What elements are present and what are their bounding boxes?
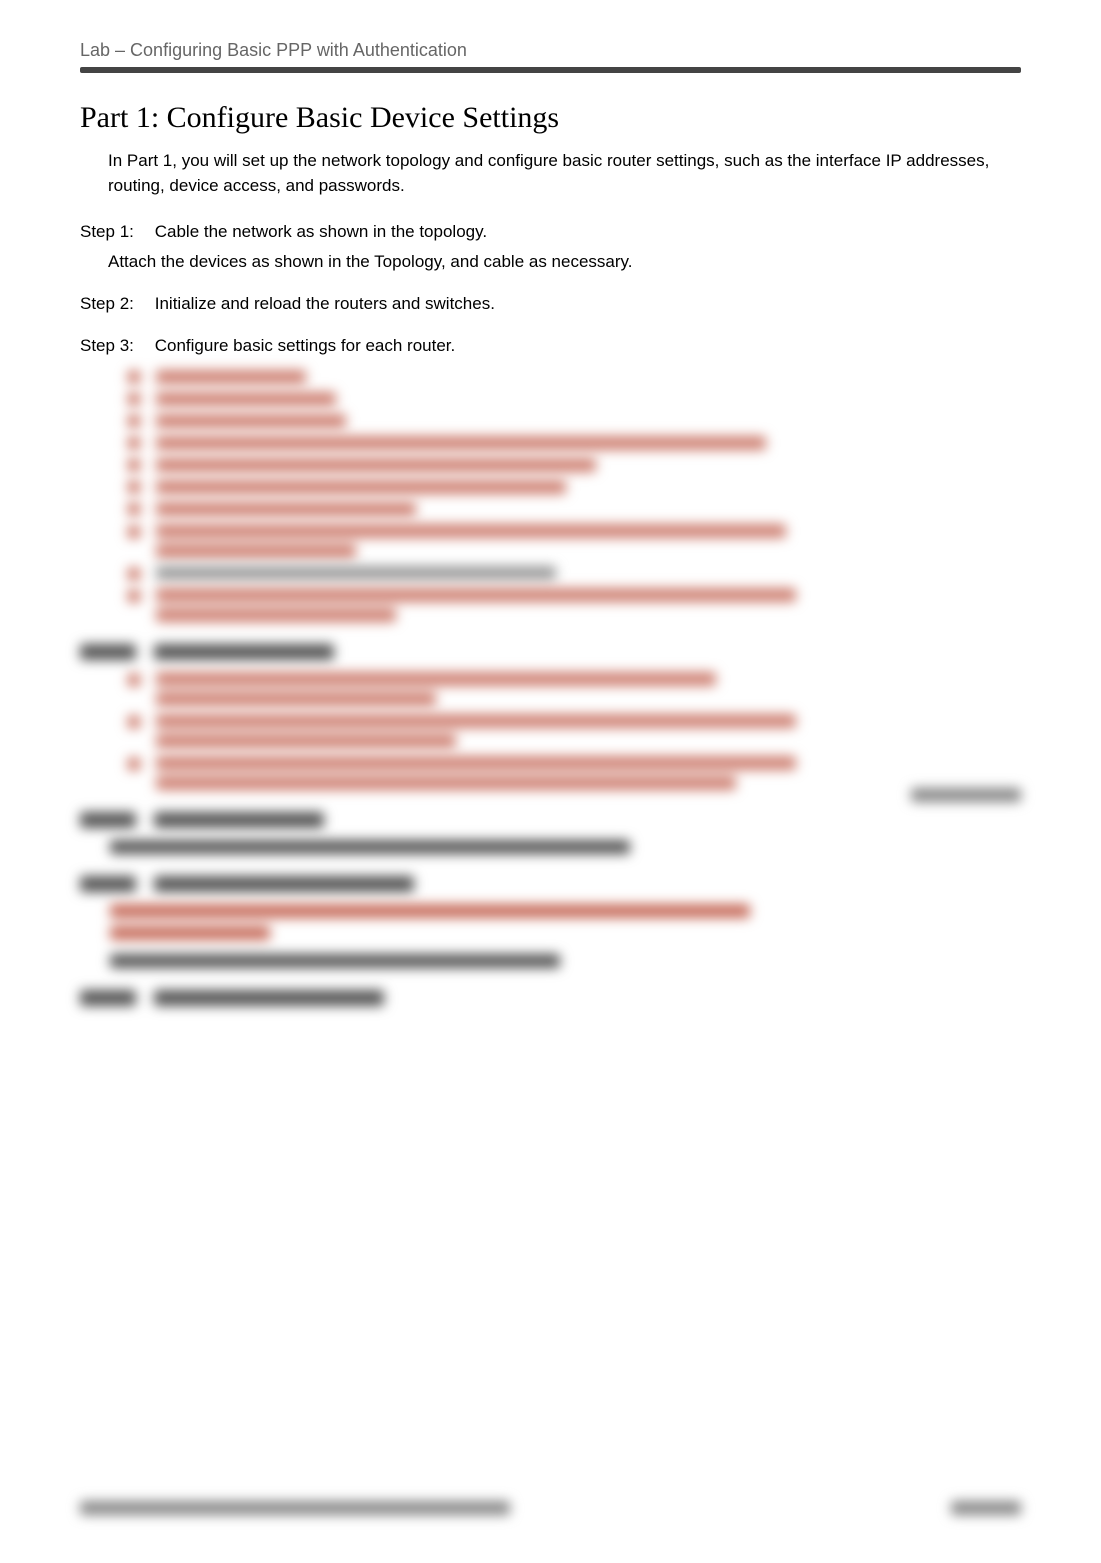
blurred-text-line bbox=[110, 904, 750, 918]
blurred-step4 bbox=[100, 644, 1021, 790]
blurred-list-marker bbox=[128, 393, 140, 405]
blurred-list-marker bbox=[128, 590, 140, 602]
part-title: Part 1: Configure Basic Device Settings bbox=[80, 101, 1021, 135]
blurred-text-line bbox=[156, 544, 356, 558]
blurred-list-item bbox=[128, 502, 1021, 516]
blurred-text-line bbox=[156, 588, 796, 602]
blurred-list-marker bbox=[128, 459, 140, 471]
blurred-step-label bbox=[80, 644, 136, 660]
step-label: Step 1: bbox=[80, 222, 150, 242]
blurred-list-item bbox=[128, 714, 1021, 748]
step-1-heading: Step 1: Cable the network as shown in th… bbox=[80, 222, 1021, 242]
blurred-text-line bbox=[156, 608, 396, 622]
blurred-list-marker bbox=[128, 526, 140, 538]
blurred-step-title bbox=[154, 644, 334, 660]
blurred-step3-list bbox=[128, 370, 1021, 622]
blurred-text-line bbox=[156, 414, 346, 428]
blurred-text-line bbox=[156, 370, 306, 384]
blurred-list-item bbox=[128, 566, 1021, 580]
blurred-step-title bbox=[154, 990, 384, 1006]
blurred-list-item bbox=[128, 414, 1021, 428]
blurred-list-marker bbox=[128, 481, 140, 493]
blurred-list-item bbox=[128, 392, 1021, 406]
blurred-text-line bbox=[156, 480, 566, 494]
blurred-text-line bbox=[156, 672, 716, 686]
blurred-text-line bbox=[110, 954, 560, 968]
blurred-step5 bbox=[100, 812, 1021, 854]
step-title: Initialize and reload the routers and sw… bbox=[155, 294, 495, 313]
blurred-text-line bbox=[156, 714, 796, 728]
header-title: Lab – Configuring Basic PPP with Authent… bbox=[80, 40, 1021, 61]
blurred-list-marker bbox=[128, 568, 140, 580]
step-2-heading: Step 2: Initialize and reload the router… bbox=[80, 294, 1021, 314]
blurred-list-item bbox=[128, 370, 1021, 384]
blurred-step-label bbox=[80, 876, 136, 892]
footer-copyright bbox=[80, 1501, 510, 1515]
blurred-list-item bbox=[128, 458, 1021, 472]
blurred-text-line bbox=[156, 524, 786, 538]
blurred-text-line bbox=[156, 756, 796, 770]
blurred-list-marker bbox=[128, 371, 140, 383]
blurred-text-line bbox=[110, 926, 270, 940]
blurred-list-marker bbox=[128, 674, 140, 686]
blurred-text-line bbox=[156, 458, 596, 472]
blurred-list-item bbox=[128, 588, 1021, 622]
step-label: Step 3: bbox=[80, 336, 150, 356]
blurred-list-item bbox=[128, 672, 1021, 706]
blurred-text-line bbox=[156, 692, 436, 706]
blurred-text-line bbox=[156, 734, 456, 748]
blurred-step7 bbox=[100, 990, 1021, 1006]
blurred-list-item bbox=[128, 436, 1021, 450]
blurred-list-marker bbox=[128, 415, 140, 427]
blurred-step6 bbox=[100, 876, 1021, 968]
blurred-step-title bbox=[154, 876, 414, 892]
part-description: In Part 1, you will set up the network t… bbox=[108, 149, 1021, 198]
blurred-text-line bbox=[156, 776, 736, 790]
blurred-text-line bbox=[156, 502, 416, 516]
blurred-text-line bbox=[156, 392, 336, 406]
page-footer bbox=[80, 1501, 1021, 1515]
blurred-text-line bbox=[110, 840, 630, 854]
step-3-heading: Step 3: Configure basic settings for eac… bbox=[80, 336, 1021, 356]
blurred-list-item bbox=[128, 480, 1021, 494]
blurred-annotation bbox=[911, 788, 1021, 802]
blurred-list-marker bbox=[128, 437, 140, 449]
step-title: Cable the network as shown in the topolo… bbox=[155, 222, 487, 241]
blurred-step-title bbox=[154, 812, 324, 828]
blurred-list-item bbox=[128, 756, 1021, 790]
document-page: Lab – Configuring Basic PPP with Authent… bbox=[0, 0, 1101, 1563]
blurred-list-item bbox=[128, 524, 1021, 558]
step-label: Step 2: bbox=[80, 294, 150, 314]
footer-page-number bbox=[951, 1501, 1021, 1515]
blurred-step-label bbox=[80, 812, 136, 828]
blurred-list-marker bbox=[128, 503, 140, 515]
step-1-body: Attach the devices as shown in the Topol… bbox=[108, 252, 1021, 272]
blurred-list-marker bbox=[128, 758, 140, 770]
header-rule bbox=[80, 67, 1021, 73]
blurred-step-label bbox=[80, 990, 136, 1006]
step-title: Configure basic settings for each router… bbox=[155, 336, 456, 355]
blurred-list-marker bbox=[128, 716, 140, 728]
blurred-text-line bbox=[156, 566, 556, 580]
blurred-text-line bbox=[156, 436, 766, 450]
